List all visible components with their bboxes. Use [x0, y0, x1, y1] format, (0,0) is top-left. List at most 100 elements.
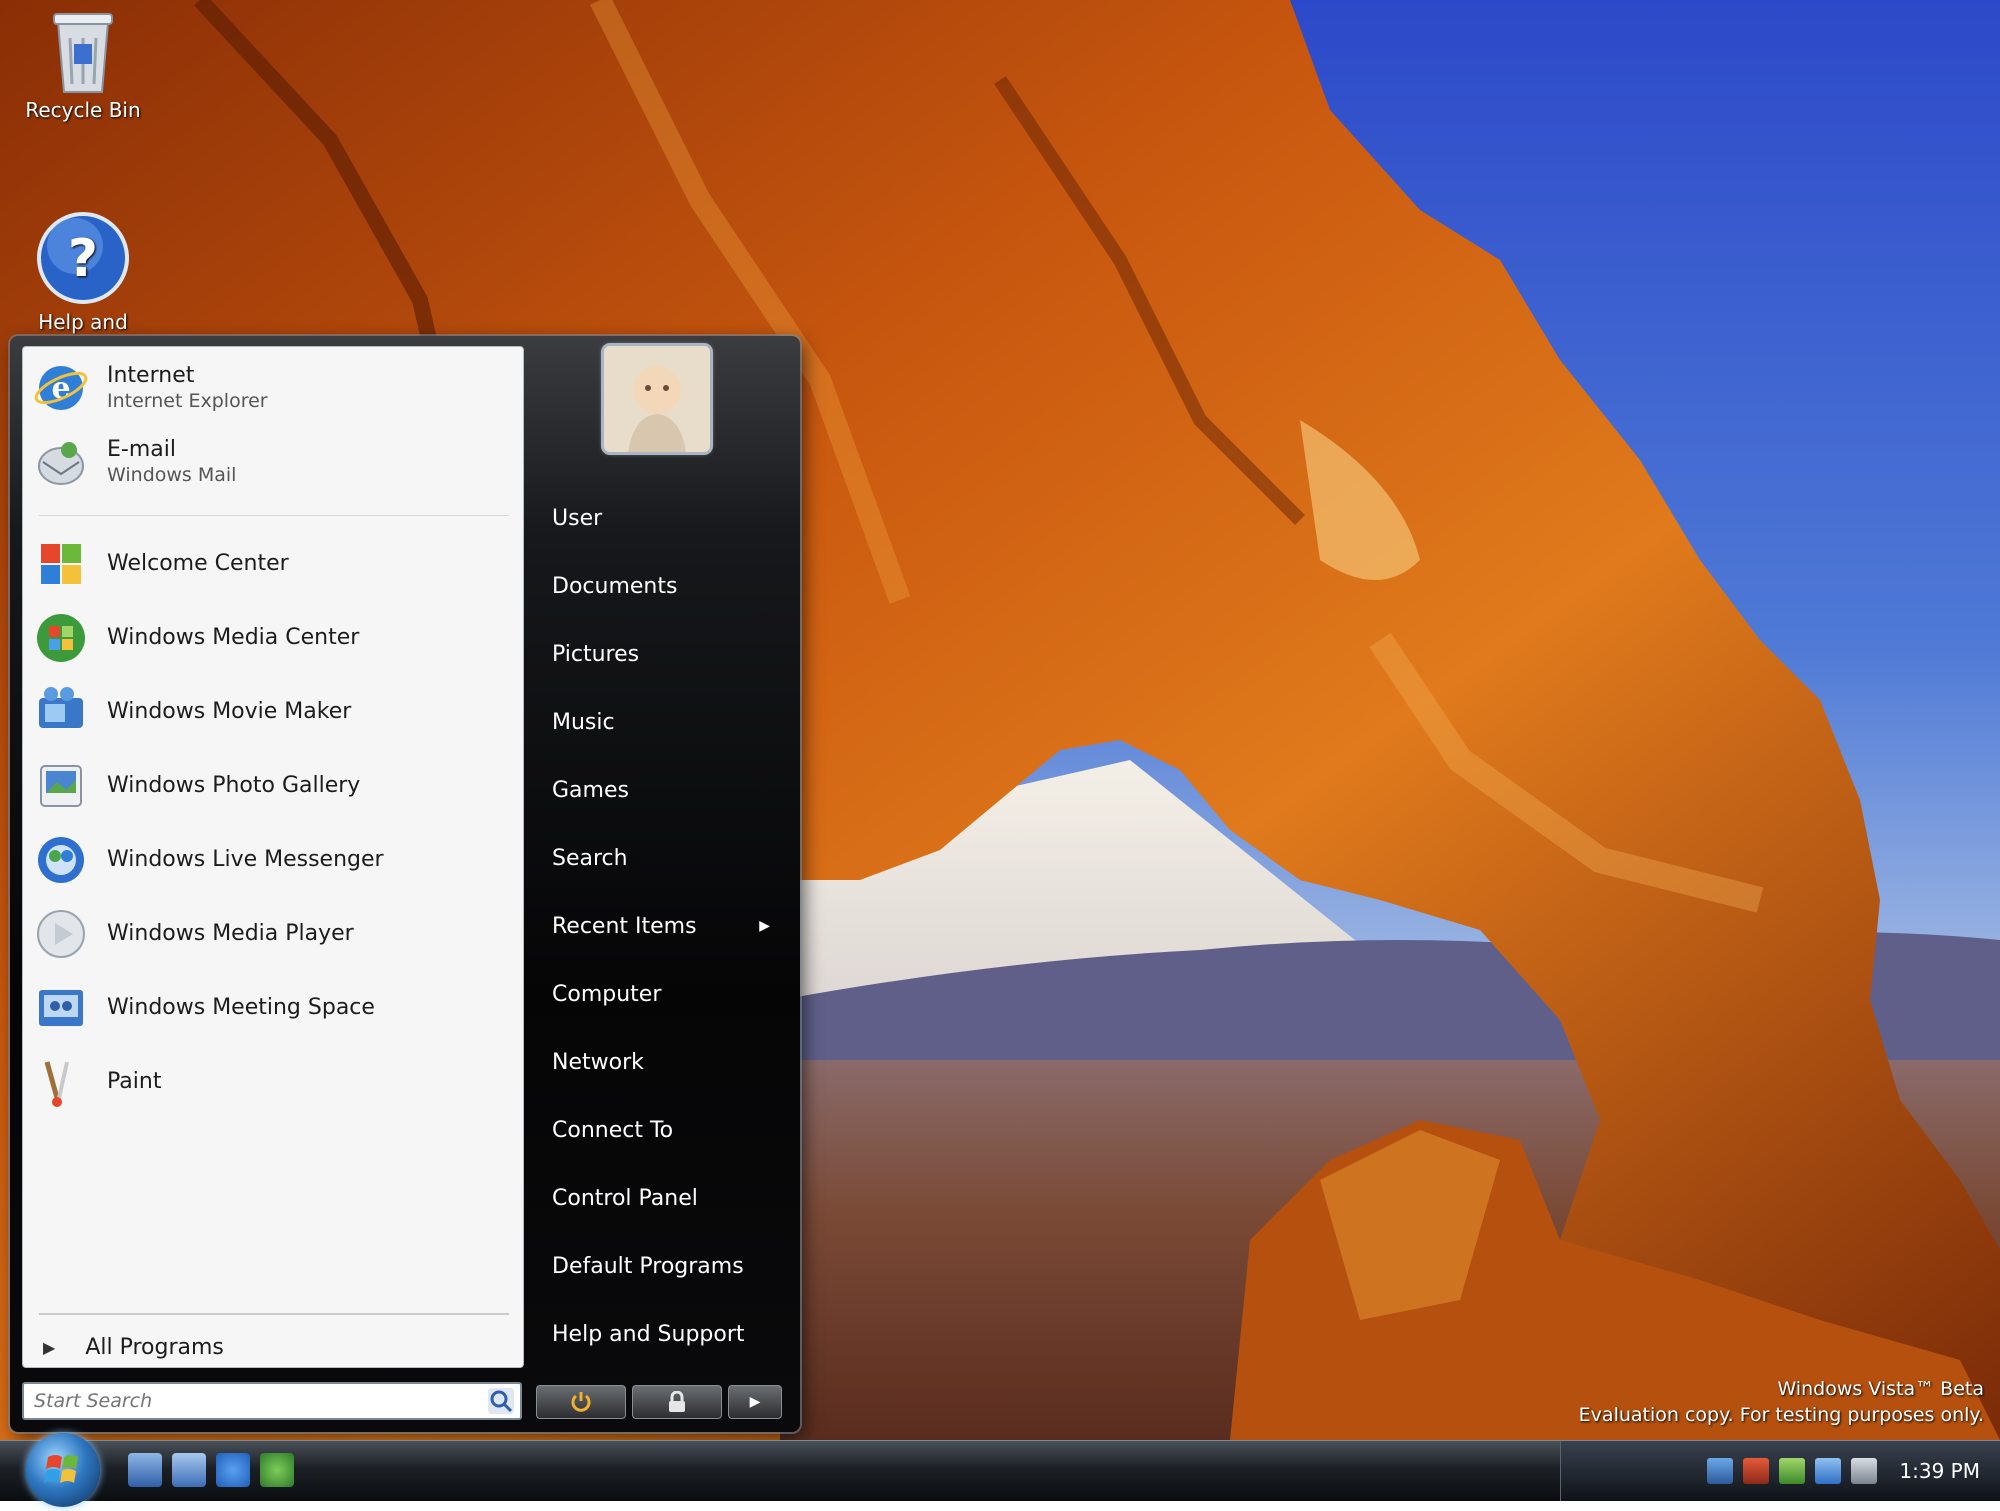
volume-icon[interactable] — [1851, 1458, 1878, 1484]
right-item-label: Default Programs — [552, 1253, 744, 1279]
start-menu: e Internet Internet Explorer E-mail Wind… — [10, 336, 800, 1432]
recent-item-messenger[interactable]: Windows Live Messenger — [33, 829, 503, 891]
messenger-icon[interactable] — [1815, 1458, 1842, 1484]
right-item-computer[interactable]: Computer — [540, 970, 780, 1018]
movie-maker-icon — [39, 687, 83, 728]
watermark-line: Evaluation copy. For testing purposes on… — [1578, 1404, 1984, 1426]
media-center-icon — [37, 614, 85, 662]
svg-text:?: ? — [68, 229, 98, 289]
right-item-connect-to[interactable]: Connect To — [540, 1106, 780, 1154]
right-item-label: Games — [552, 777, 629, 803]
quick-launch-bar — [128, 1453, 304, 1487]
right-item-label: Search — [552, 845, 628, 871]
recent-item-movie-maker[interactable]: Windows Movie Maker — [33, 681, 503, 743]
watermark-line: Windows Vista™ Beta — [1777, 1378, 1984, 1400]
messenger-icon — [38, 837, 84, 883]
sidebar-icon[interactable] — [1779, 1458, 1806, 1484]
recent-item-label: Windows Movie Maker — [107, 699, 352, 724]
paint-icon — [44, 1061, 69, 1107]
search-icon[interactable] — [486, 1386, 516, 1416]
recent-item-label: Windows Photo Gallery — [107, 773, 361, 798]
arrow-right-icon: ▶ — [749, 1394, 761, 1410]
right-item-label: Computer — [552, 981, 662, 1007]
network-icon[interactable] — [1707, 1458, 1734, 1484]
right-item-recent-items[interactable]: Recent Items ▶ — [540, 902, 780, 950]
right-item-label: Music — [552, 709, 615, 735]
help-icon: ? — [35, 210, 131, 306]
show-desktop-icon[interactable] — [128, 1453, 162, 1487]
right-item-label: Recent Items — [552, 913, 697, 939]
recent-item-label: Paint — [107, 1069, 162, 1094]
desktop-icon-recycle-bin[interactable]: Recycle Bin — [8, 8, 158, 122]
pinned-separator — [39, 515, 509, 516]
recent-item-paint[interactable]: Paint — [33, 1051, 503, 1113]
start-button[interactable] — [26, 1433, 100, 1507]
switch-windows-icon[interactable] — [172, 1453, 206, 1487]
recent-item-welcome-center[interactable]: Welcome Center — [33, 533, 503, 595]
photo-gallery-icon — [40, 765, 82, 807]
pinned-item-internet[interactable]: e Internet Internet Explorer — [33, 357, 503, 419]
mail-icon — [38, 442, 84, 485]
recycle-bin-icon — [48, 8, 118, 94]
right-item-label: Documents — [552, 573, 678, 599]
lock-icon — [669, 1391, 685, 1412]
user-photo-icon — [604, 346, 710, 452]
right-item-label: Control Panel — [552, 1185, 698, 1211]
right-item-documents[interactable]: Documents — [540, 562, 780, 610]
all-programs-separator — [39, 1313, 509, 1315]
right-item-default-programs[interactable]: Default Programs — [540, 1242, 780, 1290]
right-item-search[interactable]: Search — [540, 834, 780, 882]
recent-item-media-center[interactable]: Windows Media Center — [33, 607, 503, 669]
start-menu-programs-pane: e Internet Internet Explorer E-mail Wind… — [22, 346, 524, 1368]
power-icon — [571, 1392, 591, 1412]
right-item-help-support[interactable]: Help and Support — [540, 1310, 780, 1358]
taskbar-clock[interactable]: 1:39 PM — [1899, 1459, 1980, 1483]
recent-item-label: Windows Meeting Space — [107, 995, 375, 1020]
right-item-control-panel[interactable]: Control Panel — [540, 1174, 780, 1222]
right-item-label: User — [552, 505, 603, 531]
recent-item-label: Welcome Center — [107, 551, 289, 576]
arrow-right-icon: ▶ — [43, 1337, 56, 1357]
all-programs-button[interactable]: ▶ All Programs — [43, 1329, 224, 1365]
lock-button[interactable] — [632, 1385, 722, 1419]
security-center-icon[interactable] — [1743, 1458, 1770, 1484]
all-programs-label: All Programs — [85, 1334, 224, 1360]
pinned-item-email[interactable]: E-mail Windows Mail — [33, 431, 503, 493]
recent-item-meeting-space[interactable]: Windows Meeting Space — [33, 977, 503, 1039]
submenu-arrow-icon: ▶ — [759, 918, 770, 934]
right-item-label: Pictures — [552, 641, 640, 667]
welcome-icon — [41, 544, 81, 584]
pinned-item-subtitle: Internet Explorer — [107, 390, 268, 412]
recent-item-media-player[interactable]: Windows Media Player — [33, 903, 503, 965]
windows-logo-icon — [44, 1455, 78, 1483]
pinned-item-subtitle: Windows Mail — [107, 464, 237, 486]
start-search-input[interactable] — [24, 1389, 486, 1413]
power-button-bar: ▶ — [536, 1382, 792, 1422]
media-player-icon — [37, 910, 85, 958]
recent-item-label: Windows Live Messenger — [107, 847, 384, 872]
media-center-icon[interactable] — [260, 1453, 294, 1487]
user-account-picture[interactable] — [604, 346, 710, 452]
desktop-watermark: Windows Vista™ Beta Evaluation copy. For… — [1579, 1376, 1984, 1428]
pinned-item-title: Internet — [107, 363, 195, 388]
right-item-label: Connect To — [552, 1117, 674, 1143]
right-item-music[interactable]: Music — [540, 698, 780, 746]
right-item-games[interactable]: Games — [540, 766, 780, 814]
right-item-label: Help and Support — [552, 1321, 745, 1347]
power-options-arrow-button[interactable]: ▶ — [728, 1385, 782, 1419]
right-item-network[interactable]: Network — [540, 1038, 780, 1086]
right-item-user[interactable]: User — [540, 494, 780, 542]
right-item-label: Network — [552, 1049, 644, 1075]
ie-icon[interactable] — [216, 1453, 250, 1487]
meeting-space-icon — [39, 990, 83, 1026]
desktop-icon-label: Recycle Bin — [25, 98, 141, 122]
notification-area: 1:39 PM — [1560, 1441, 2000, 1501]
recent-item-label: Windows Media Center — [107, 625, 360, 650]
recent-item-photo-gallery[interactable]: Windows Photo Gallery — [33, 755, 503, 817]
power-button[interactable] — [536, 1385, 626, 1419]
ie-icon: e — [34, 366, 88, 410]
start-search-box[interactable] — [22, 1382, 522, 1420]
pinned-item-title: E-mail — [107, 437, 176, 462]
recent-item-label: Windows Media Player — [107, 921, 354, 946]
right-item-pictures[interactable]: Pictures — [540, 630, 780, 678]
